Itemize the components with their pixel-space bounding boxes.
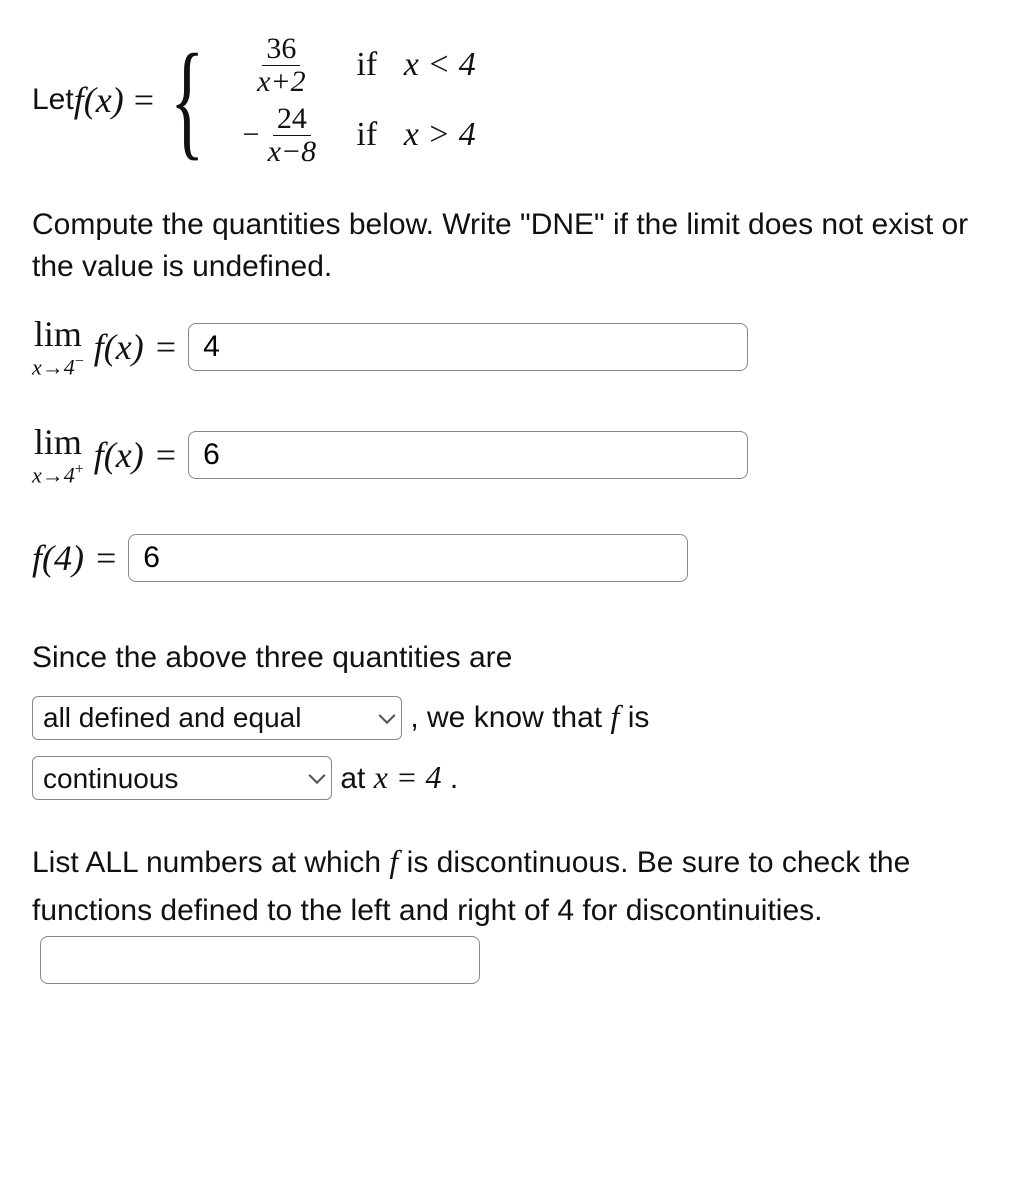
equals-sign: =	[96, 533, 116, 583]
piece2-condition: if x > 4	[356, 111, 576, 159]
piece1-condition: if x < 4	[356, 41, 576, 89]
f-of-4-row: f(4) =	[32, 533, 1001, 583]
fx-label: f(x)	[94, 322, 144, 372]
discontinuities-input[interactable]	[40, 936, 480, 984]
conclusion-text-1: Since the above three quantities are	[32, 641, 512, 674]
piece-row-2: − 24 x−8 if x > 4	[206, 100, 576, 170]
limit-left-row: lim x→4− f(x) =	[32, 316, 1001, 378]
conclusion-period: .	[450, 762, 458, 795]
equals-sign: =	[156, 322, 176, 372]
fx-symbol: f(x)	[74, 75, 124, 125]
quantities-relation-select[interactable]: all defined and equal	[32, 696, 402, 740]
select-value: continuous	[43, 752, 178, 805]
conclusion-text-2: , we know that	[410, 701, 610, 734]
limit-left-label: lim x→4−	[32, 316, 84, 378]
piece1-denominator: x+2	[257, 65, 306, 98]
equals-sign: =	[134, 75, 154, 125]
piece2-numerator: 24	[273, 103, 311, 136]
let-text: Let	[32, 79, 74, 121]
limit-left-input[interactable]	[188, 323, 748, 371]
piece-row-1: 36 x+2 if x < 4	[206, 30, 576, 100]
brace-icon: {	[170, 42, 204, 159]
inst2-a: List ALL numbers at which	[32, 846, 389, 879]
limit-right-label: lim x→4+	[32, 424, 84, 486]
piecewise-table: 36 x+2 if x < 4 − 24 x−8 if x > 4	[206, 30, 576, 170]
conclusion-text-4: at	[340, 762, 373, 795]
equals-sign: =	[156, 430, 176, 480]
f-symbol: f	[389, 843, 398, 879]
discontinuity-instruction: List ALL numbers at which f is discontin…	[32, 836, 1001, 984]
f-of-4-input[interactable]	[128, 534, 688, 582]
fx-label: f(x)	[94, 430, 144, 480]
piece1-numerator: 36	[262, 33, 300, 66]
f-symbol: f	[610, 698, 619, 734]
limit-right-row: lim x→4+ f(x) =	[32, 424, 1001, 486]
function-definition: Let f(x) = { 36 x+2 if x < 4 − 24 x−8	[32, 30, 1001, 170]
conclusion-paragraph: Since the above three quantities are all…	[32, 629, 1001, 808]
instruction-text: Compute the quantities below. Write "DNE…	[32, 204, 1001, 288]
limit-right-input[interactable]	[188, 431, 748, 479]
continuity-select[interactable]: continuous	[32, 756, 332, 800]
x-equals-4: x = 4	[374, 759, 442, 795]
piece2-expression: − 24 x−8	[206, 103, 356, 167]
piece1-expression: 36 x+2	[206, 33, 356, 97]
conclusion-text-3: is	[628, 701, 650, 734]
piece2-denominator: x−8	[268, 135, 317, 168]
f4-label: f(4)	[32, 533, 84, 583]
select-value: all defined and equal	[43, 691, 301, 744]
